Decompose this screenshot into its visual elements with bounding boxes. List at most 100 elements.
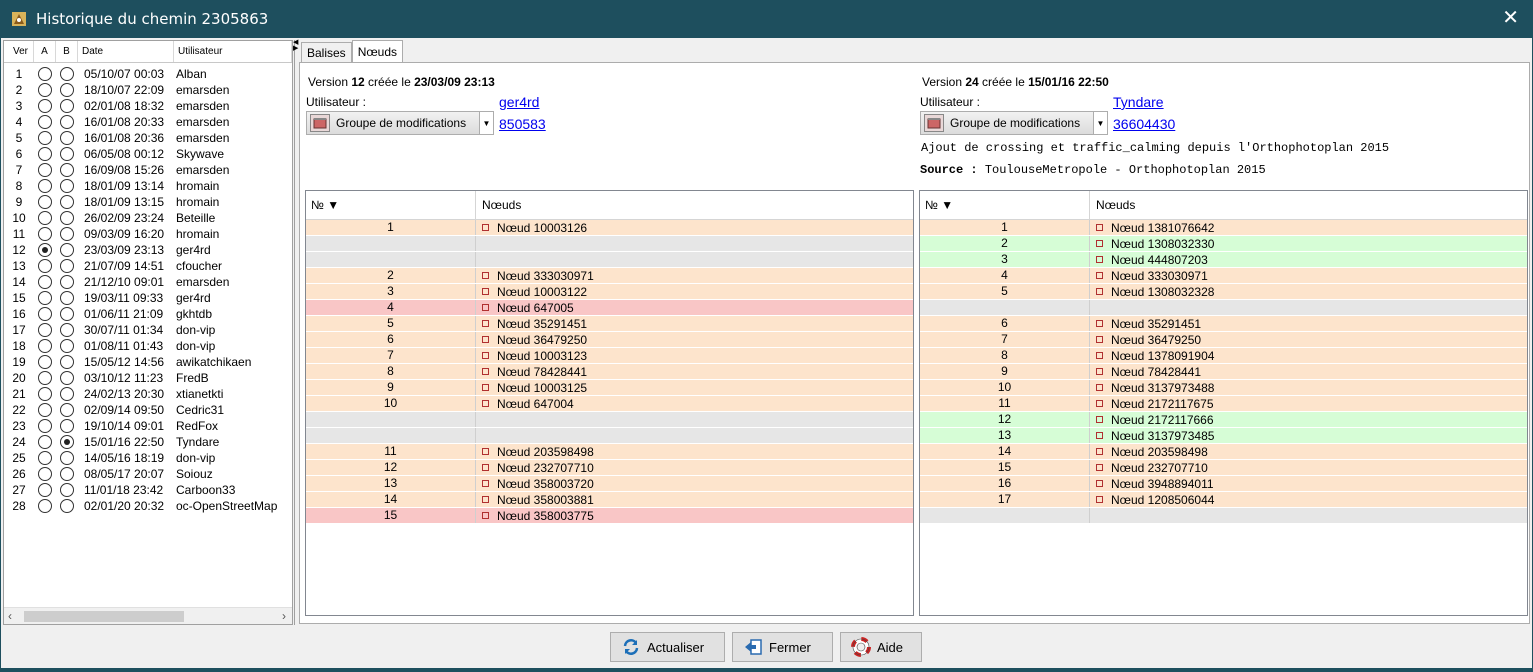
node-row[interactable]: 2 Nœud 1308032330 [920, 236, 1527, 252]
version-row[interactable]: 14 21/12/10 09:01 emarsden [4, 274, 292, 290]
version-row[interactable]: 15 19/03/11 09:33 ger4rd [4, 290, 292, 306]
version-row[interactable]: 28 02/01/20 20:32 oc-OpenStreetMap [4, 498, 292, 514]
left-col-nodes[interactable]: Nœuds [476, 198, 913, 212]
radio-b-button[interactable] [60, 211, 74, 225]
radio-a[interactable] [34, 67, 56, 81]
radio-a[interactable] [34, 291, 56, 305]
node-row[interactable]: 11 Nœud 203598498 [306, 444, 913, 460]
radio-a-button[interactable] [38, 339, 52, 353]
node-row[interactable]: 9 Nœud 78428441 [920, 364, 1527, 380]
close-button[interactable]: Fermer [732, 632, 833, 662]
radio-b-button[interactable] [60, 419, 74, 433]
radio-b-button[interactable] [60, 67, 74, 81]
radio-a-button[interactable] [38, 323, 52, 337]
node-row[interactable]: 4 Nœud 333030971 [920, 268, 1527, 284]
version-row[interactable]: 24 15/01/16 22:50 Tyndare [4, 434, 292, 450]
radio-a[interactable] [34, 115, 56, 129]
radio-a[interactable] [34, 403, 56, 417]
radio-a[interactable] [34, 371, 56, 385]
radio-a-button[interactable] [38, 483, 52, 497]
node-row[interactable] [306, 428, 913, 444]
radio-b[interactable] [56, 307, 78, 321]
version-row[interactable]: 6 06/05/08 00:12 Skywave [4, 146, 292, 162]
radio-b[interactable] [56, 243, 78, 257]
node-row[interactable]: 5 Nœud 1308032328 [920, 284, 1527, 300]
radio-a[interactable] [34, 259, 56, 273]
node-row[interactable] [306, 252, 913, 268]
radio-a-button[interactable] [38, 227, 52, 241]
node-row[interactable] [306, 236, 913, 252]
radio-a-button[interactable] [38, 403, 52, 417]
right-changeset-link[interactable]: 36604430 [1113, 116, 1175, 132]
version-row[interactable]: 27 11/01/18 23:42 Carboon33 [4, 482, 292, 498]
version-row[interactable]: 16 01/06/11 21:09 gkhtdb [4, 306, 292, 322]
version-row[interactable]: 20 03/10/12 11:23 FredB [4, 370, 292, 386]
radio-b[interactable] [56, 227, 78, 241]
version-row[interactable]: 1 05/10/07 00:03 Alban [4, 66, 292, 82]
radio-a-button[interactable] [38, 419, 52, 433]
col-a[interactable]: A [34, 41, 56, 62]
radio-a[interactable] [34, 147, 56, 161]
node-row[interactable]: 15 Nœud 232707710 [920, 460, 1527, 476]
radio-a[interactable] [34, 211, 56, 225]
radio-b[interactable] [56, 147, 78, 161]
split-divider[interactable] [294, 40, 298, 625]
radio-b[interactable] [56, 387, 78, 401]
radio-a-button[interactable] [38, 291, 52, 305]
chevron-down-icon[interactable]: ▼ [479, 112, 493, 134]
version-row[interactable]: 8 18/01/09 13:14 hromain [4, 178, 292, 194]
scroll-left-icon[interactable]: ‹ [8, 609, 12, 623]
radio-b[interactable] [56, 275, 78, 289]
radio-a-button[interactable] [38, 435, 52, 449]
radio-b-button[interactable] [60, 371, 74, 385]
radio-b[interactable] [56, 131, 78, 145]
radio-a[interactable] [34, 451, 56, 465]
node-row[interactable]: 12 Nœud 232707710 [306, 460, 913, 476]
radio-b[interactable] [56, 499, 78, 513]
radio-a-button[interactable] [38, 371, 52, 385]
node-row[interactable] [306, 412, 913, 428]
radio-b-button[interactable] [60, 451, 74, 465]
version-row[interactable]: 12 23/03/09 23:13 ger4rd [4, 242, 292, 258]
node-row[interactable]: 6 Nœud 36479250 [306, 332, 913, 348]
version-row[interactable]: 11 09/03/09 16:20 hromain [4, 226, 292, 242]
version-row[interactable]: 25 14/05/16 18:19 don-vip [4, 450, 292, 466]
radio-b[interactable] [56, 435, 78, 449]
version-row[interactable]: 13 21/07/09 14:51 cfoucher [4, 258, 292, 274]
radio-b-button[interactable] [60, 499, 74, 513]
scroll-right-icon[interactable]: › [282, 609, 286, 623]
radio-b[interactable] [56, 99, 78, 113]
radio-b-button[interactable] [60, 467, 74, 481]
version-row[interactable]: 7 16/09/08 15:26 emarsden [4, 162, 292, 178]
node-row[interactable]: 2 Nœud 333030971 [306, 268, 913, 284]
node-row[interactable]: 3 Nœud 10003122 [306, 284, 913, 300]
col-user[interactable]: Utilisateur [174, 41, 292, 62]
radio-a-button[interactable] [38, 115, 52, 129]
node-row[interactable]: 8 Nœud 1378091904 [920, 348, 1527, 364]
refresh-button[interactable]: Actualiser [610, 632, 725, 662]
radio-a[interactable] [34, 467, 56, 481]
node-row[interactable]: 12 Nœud 2172117666 [920, 412, 1527, 428]
radio-b-button[interactable] [60, 355, 74, 369]
radio-a-button[interactable] [38, 355, 52, 369]
radio-b[interactable] [56, 339, 78, 353]
radio-a[interactable] [34, 179, 56, 193]
radio-b-button[interactable] [60, 259, 74, 273]
left-changeset-link[interactable]: 850583 [499, 116, 546, 132]
radio-a[interactable] [34, 419, 56, 433]
radio-a[interactable] [34, 227, 56, 241]
radio-b[interactable] [56, 195, 78, 209]
radio-a[interactable] [34, 83, 56, 97]
radio-a[interactable] [34, 131, 56, 145]
left-changeset-combo[interactable]: Groupe de modifications ▼ [306, 111, 494, 135]
radio-b-button[interactable] [60, 339, 74, 353]
node-row[interactable]: 16 Nœud 3948894011 [920, 476, 1527, 492]
radio-b-button[interactable] [60, 243, 74, 257]
version-row[interactable]: 22 02/09/14 09:50 Cedric31 [4, 402, 292, 418]
radio-b-button[interactable] [60, 83, 74, 97]
version-row[interactable]: 23 19/10/14 09:01 RedFox [4, 418, 292, 434]
radio-a-button[interactable] [38, 83, 52, 97]
radio-b[interactable] [56, 115, 78, 129]
radio-a-button[interactable] [38, 387, 52, 401]
radio-b-button[interactable] [60, 387, 74, 401]
